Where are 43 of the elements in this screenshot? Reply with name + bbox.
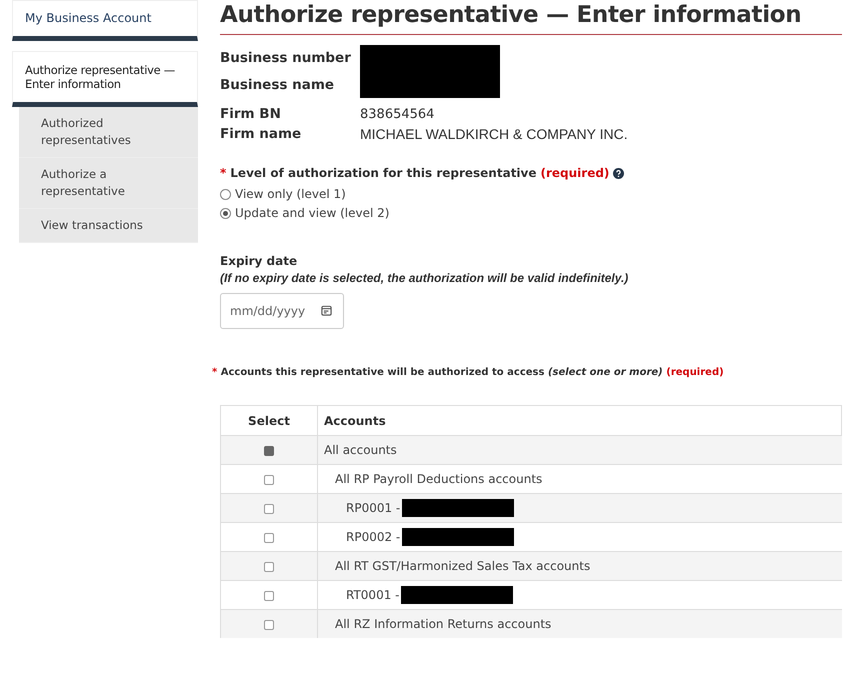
field-label: Expiry date [220,254,298,268]
field-label: Firm name [220,126,302,142]
field-value: MICHAEL WALDKIRCH & COMPANY INC. [360,126,629,142]
account-name: All RP Payroll Deductions accounts [335,472,542,486]
field-label: Business number [220,50,352,66]
calendar-icon[interactable] [321,305,332,316]
field-hint: (select one or more) [548,367,663,378]
account-name: RT0001 - [346,588,400,602]
required-label: (required) [666,367,724,378]
checkbox[interactable] [264,446,274,456]
sidebar-item[interactable]: Authorize a representative [19,158,198,209]
sidebar-item[interactable]: View transactions [19,209,198,243]
radio-button[interactable] [220,188,231,200]
column-header: Accounts [318,406,842,436]
checkbox[interactable] [264,504,274,514]
required-asterisk: * [212,367,218,378]
option-label: View only (level 1) [235,187,346,201]
field-value: 838654564 [360,106,436,122]
sidebar-item[interactable]: Authorized representatives [19,107,198,158]
checkbox[interactable] [264,590,274,601]
column-header: Select [220,406,318,436]
radio-button[interactable] [220,208,231,218]
field-label: Business name [220,76,336,93]
field-label: Firm BN [220,106,282,122]
checkbox[interactable] [264,562,274,572]
account-name: All RT GST/Harmonized Sales Tax accounts [335,559,590,573]
home-link[interactable]: My Business Account [12,0,198,41]
account-name: RP0001 - [346,501,400,515]
required-label: (required) [540,166,610,180]
field-label: Accounts this representative will be authorized to access [220,367,544,378]
help-icon[interactable] [613,168,624,178]
account-name: RP0002 - [346,530,400,544]
field-note: (If no expiry date is selected, the authorization will be valid indefinitely.) [220,271,630,285]
page-title: Authorize representative — Enter information [220,2,842,35]
option-label: Update and view (level 2) [235,206,390,220]
required-asterisk: * [220,166,226,180]
checkbox[interactable] [264,532,274,543]
field-label: Level of authorization for this representative [230,166,536,180]
checkbox[interactable] [264,620,274,630]
checkbox[interactable] [264,474,274,485]
account-name: All RZ Information Returns accounts [335,617,552,631]
account-name: All accounts [324,443,397,457]
date-field[interactable]: mm/dd/yyyy [220,293,344,329]
